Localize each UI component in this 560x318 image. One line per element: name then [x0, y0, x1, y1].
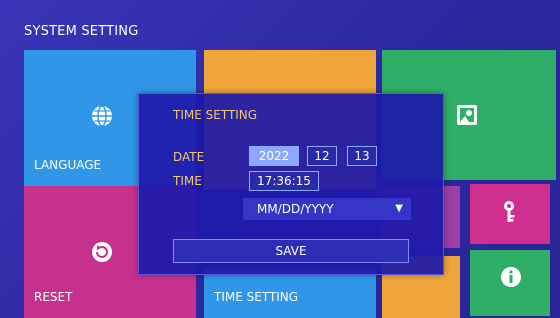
save-button[interactable]: SAVE	[173, 239, 409, 263]
date-label: DATE	[173, 150, 205, 164]
photo-icon	[457, 105, 477, 125]
info-icon	[501, 267, 521, 287]
date-format-select[interactable]: MM/DD/YYYY ▼	[243, 198, 411, 220]
dialog-title: TIME SETTING	[173, 108, 258, 122]
date-format-value: MM/DD/YYYY	[257, 202, 334, 216]
time-field[interactable]: 17:36:15	[249, 171, 319, 191]
tile-time-setting-label: TIME SETTING	[214, 290, 299, 304]
time-label: TIME	[173, 174, 202, 188]
tile-time-setting[interactable]: TIME SETTING	[204, 268, 376, 318]
month-field[interactable]: 12	[307, 146, 337, 166]
day-field[interactable]: 13	[347, 146, 377, 166]
time-setting-dialog: TIME SETTING DATE TIME 2022 12 13 17:36:…	[138, 93, 444, 275]
year-field[interactable]: 2022	[249, 146, 299, 166]
globe-icon	[92, 105, 112, 127]
key-icon	[504, 201, 515, 222]
system-setting-screen: SYSTEM SETTING LANGUAGE RESET TIME SETTI…	[0, 0, 560, 318]
reset-icon	[92, 242, 112, 262]
chevron-down-icon: ▼	[395, 203, 403, 214]
tile-language-label: LANGUAGE	[34, 158, 102, 172]
tile-reset-label: RESET	[34, 290, 73, 304]
page-title: SYSTEM SETTING	[24, 24, 139, 39]
